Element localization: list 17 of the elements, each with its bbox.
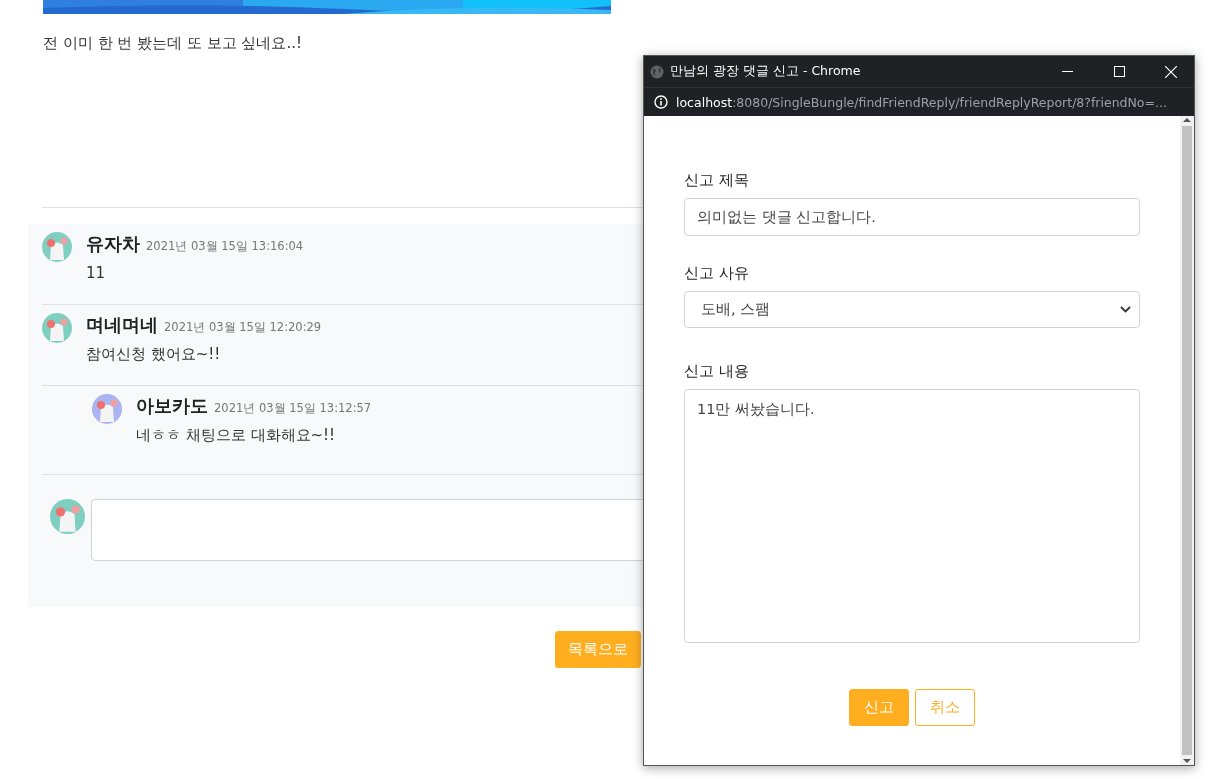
comment-text: 11 <box>86 264 107 282</box>
comment-text: 참여신청 했어요~!! <box>86 345 222 364</box>
field-label: 신고 사유 <box>684 264 750 283</box>
post-text: 전 이미 한 번 봤는데 또 보고 싶네요..! <box>43 34 302 53</box>
comment-author: 며네며네 <box>86 313 158 337</box>
reason-select[interactable]: 도배, 스팸 <box>684 291 1140 328</box>
comment-date: 2021년 03월 15일 13:16:04 <box>146 239 304 254</box>
field-label: 신고 제목 <box>684 171 750 190</box>
content-field[interactable]: 11만 써놨습니다. <box>684 389 1140 643</box>
comment-date: 2021년 03월 15일 13:12:57 <box>214 401 372 416</box>
field-label: 신고 내용 <box>684 362 750 381</box>
title-field[interactable]: 의미없는 댓글 신고합니다. <box>684 198 1140 236</box>
comment-text: 네ㅎㅎ 채팅으로 대화해요~!! <box>136 426 337 445</box>
window-title: 만남의 광장 댓글 신고 - Chrome <box>670 63 862 80</box>
comment-author: 아보카도 <box>136 394 208 418</box>
comment-date: 2021년 03월 15일 12:20:29 <box>164 320 322 335</box>
comment-author: 유자차 <box>86 232 140 256</box>
